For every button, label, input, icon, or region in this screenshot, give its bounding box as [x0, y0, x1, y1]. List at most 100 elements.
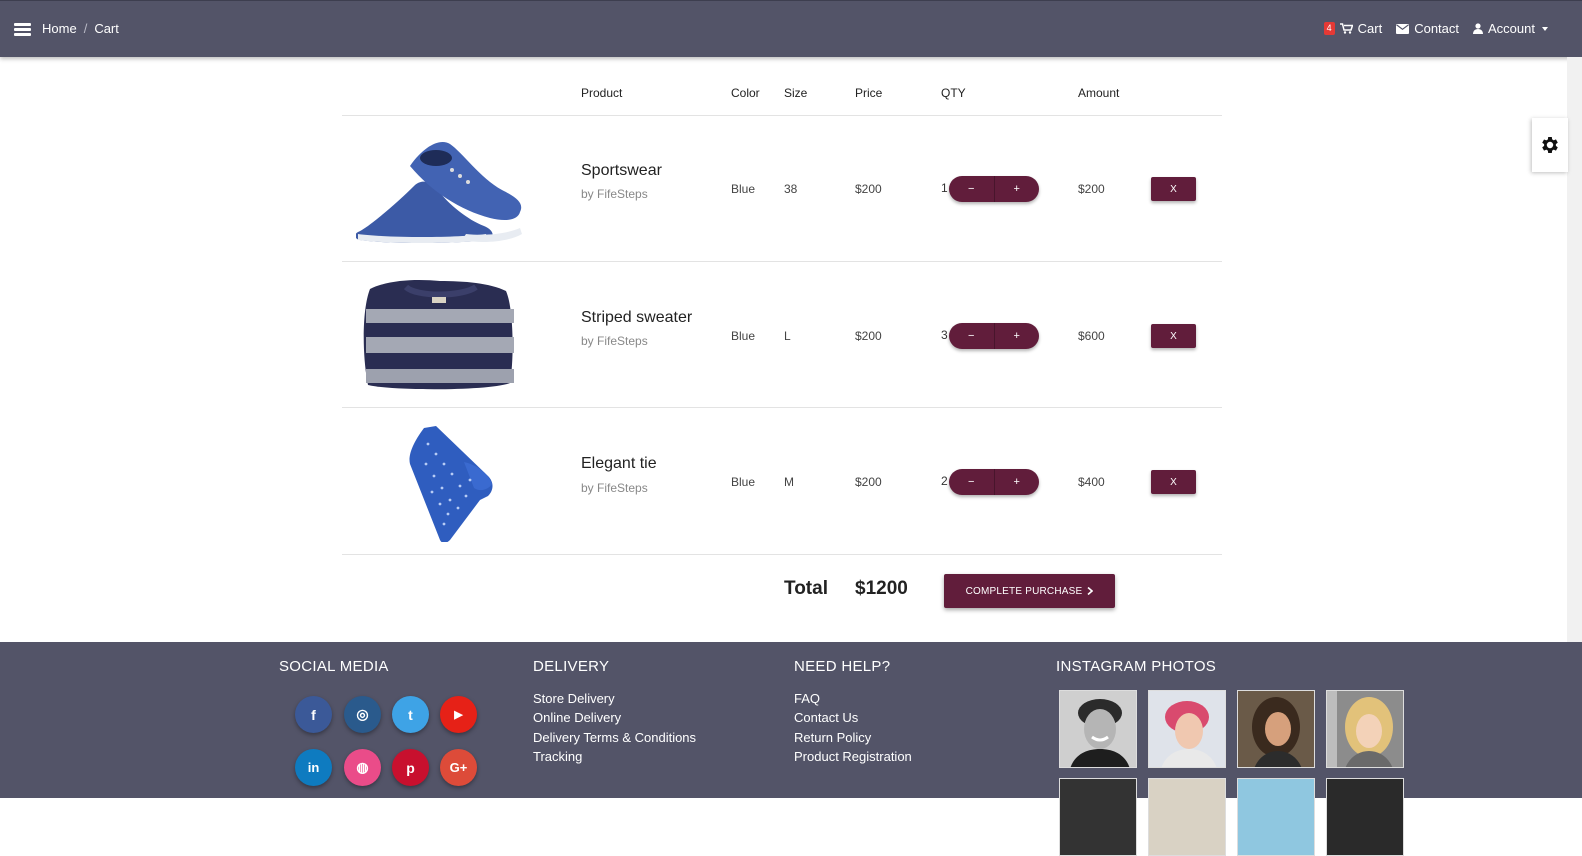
need-help-heading: NEED HELP? — [794, 658, 891, 675]
linkedin-icon[interactable]: in — [295, 749, 332, 786]
increase-quantity-button[interactable]: + — [995, 176, 1040, 202]
product-name[interactable]: Sportswear — [581, 162, 662, 180]
instagram-photo[interactable] — [1326, 778, 1404, 856]
decrease-quantity-button[interactable]: − — [949, 323, 995, 349]
delivery-links: Store Delivery Online Delivery Delivery … — [533, 689, 696, 766]
hamburger-menu-icon[interactable] — [14, 23, 31, 36]
footer-link-tracking[interactable]: Tracking — [533, 747, 696, 766]
row-divider — [342, 554, 1222, 555]
cart-label: Cart — [1357, 21, 1383, 36]
product-price: $200 — [855, 182, 882, 196]
breadcrumb-home-link[interactable]: Home — [42, 21, 77, 36]
youtube-icon[interactable]: ▶ — [440, 696, 477, 733]
instagram-photo[interactable] — [1059, 690, 1137, 768]
product-size: 38 — [784, 182, 798, 196]
complete-purchase-label: COMPLETE PURCHASE — [965, 585, 1083, 597]
breadcrumb: Home / Cart — [42, 21, 119, 36]
instagram-photos-heading: INSTAGRAM PHOTOS — [1056, 658, 1217, 675]
facebook-icon[interactable]: f — [295, 696, 332, 733]
footer-link-contact-us[interactable]: Contact Us — [794, 708, 912, 727]
cart-count-badge: 4 — [1323, 22, 1335, 35]
increase-quantity-button[interactable]: + — [995, 323, 1040, 349]
product-brand: by FifeSteps — [581, 187, 648, 201]
portrait-image — [1238, 691, 1314, 767]
instagram-icon[interactable]: ◎ — [344, 696, 381, 733]
remove-item-button[interactable]: X — [1151, 177, 1196, 201]
gear-icon — [1542, 137, 1558, 153]
portrait-image — [1149, 691, 1225, 767]
quantity-value: 3 — [941, 328, 948, 342]
product-name[interactable]: Elegant tie — [581, 455, 657, 473]
product-brand: by FifeSteps — [581, 334, 648, 348]
column-header-size: Size — [784, 86, 808, 100]
envelope-icon — [1396, 23, 1410, 34]
product-size: M — [784, 475, 794, 489]
column-header-amount: Amount — [1078, 86, 1120, 100]
column-header-color: Color — [731, 86, 760, 100]
footer-link-delivery-terms[interactable]: Delivery Terms & Conditions — [533, 728, 696, 747]
vertical-scrollbar[interactable] — [1567, 57, 1582, 642]
footer-link-product-registration[interactable]: Product Registration — [794, 747, 912, 766]
twitter-icon[interactable]: t — [392, 696, 429, 733]
product-name[interactable]: Striped sweater — [581, 309, 692, 327]
footer-link-faq[interactable]: FAQ — [794, 689, 912, 708]
user-icon — [1473, 23, 1484, 34]
product-price: $200 — [855, 475, 882, 489]
decrease-quantity-button[interactable]: − — [949, 469, 995, 495]
footer: SOCIAL MEDIA f ◎ t ▶ in ◍ p G+ DELIVERY … — [0, 642, 1582, 856]
decrease-quantity-button[interactable]: − — [949, 176, 995, 202]
footer-link-return-policy[interactable]: Return Policy — [794, 728, 912, 747]
complete-purchase-button[interactable]: COMPLETE PURCHASE — [944, 574, 1115, 608]
quantity-stepper: − + — [949, 323, 1039, 349]
instagram-photo[interactable] — [1237, 778, 1315, 856]
product-amount: $200 — [1078, 182, 1105, 196]
product-amount: $400 — [1078, 475, 1105, 489]
column-header-product: Product — [581, 86, 623, 100]
cart-icon — [1339, 23, 1353, 34]
instagram-photo[interactable] — [1237, 690, 1315, 768]
dribbble-icon[interactable]: ◍ — [344, 749, 381, 786]
product-price: $200 — [855, 329, 882, 343]
row-divider — [342, 407, 1222, 408]
row-divider — [342, 115, 1222, 116]
total-amount: $1200 — [855, 578, 908, 599]
tie-product-image — [409, 426, 493, 542]
contact-label: Contact — [1414, 21, 1460, 36]
cart-link[interactable]: 4 Cart — [1323, 21, 1383, 36]
top-navbar: Home / Cart 4 Cart Contact Account — [0, 0, 1582, 57]
instagram-photo[interactable] — [1148, 778, 1226, 856]
product-amount: $600 — [1078, 329, 1105, 343]
quantity-stepper: − + — [949, 469, 1039, 495]
instagram-photo[interactable] — [1059, 778, 1137, 856]
breadcrumb-separator: / — [83, 21, 88, 36]
top-nav-links: 4 Cart Contact Account — [1323, 21, 1548, 36]
increase-quantity-button[interactable]: + — [995, 469, 1040, 495]
sweater-product-image — [363, 279, 514, 390]
delivery-heading: DELIVERY — [533, 658, 610, 675]
help-links: FAQ Contact Us Return Policy Product Reg… — [794, 689, 912, 766]
quantity-value: 1 — [941, 181, 948, 195]
sneaker-product-image — [356, 142, 522, 243]
column-header-qty: QTY — [941, 86, 966, 100]
remove-item-button[interactable]: X — [1151, 470, 1196, 494]
instagram-photo[interactable] — [1326, 690, 1404, 768]
footer-link-store-delivery[interactable]: Store Delivery — [533, 689, 696, 708]
total-label: Total — [784, 578, 828, 599]
portrait-image — [1327, 691, 1403, 767]
instagram-photo[interactable] — [1148, 690, 1226, 768]
remove-item-button[interactable]: X — [1151, 324, 1196, 348]
footer-link-online-delivery[interactable]: Online Delivery — [533, 708, 696, 727]
chevron-right-icon — [1087, 587, 1094, 595]
google-plus-icon[interactable]: G+ — [440, 749, 477, 786]
account-label: Account — [1488, 21, 1535, 36]
pinterest-icon[interactable]: p — [392, 749, 429, 786]
account-dropdown[interactable]: Account — [1473, 21, 1548, 36]
row-divider — [342, 261, 1222, 262]
chevron-down-icon — [1542, 26, 1548, 31]
settings-panel-toggle[interactable] — [1532, 118, 1568, 172]
product-color: Blue — [731, 329, 756, 343]
contact-link[interactable]: Contact — [1396, 21, 1459, 36]
portrait-image — [1060, 691, 1136, 767]
column-header-price: Price — [855, 86, 883, 100]
product-size: L — [784, 329, 791, 343]
